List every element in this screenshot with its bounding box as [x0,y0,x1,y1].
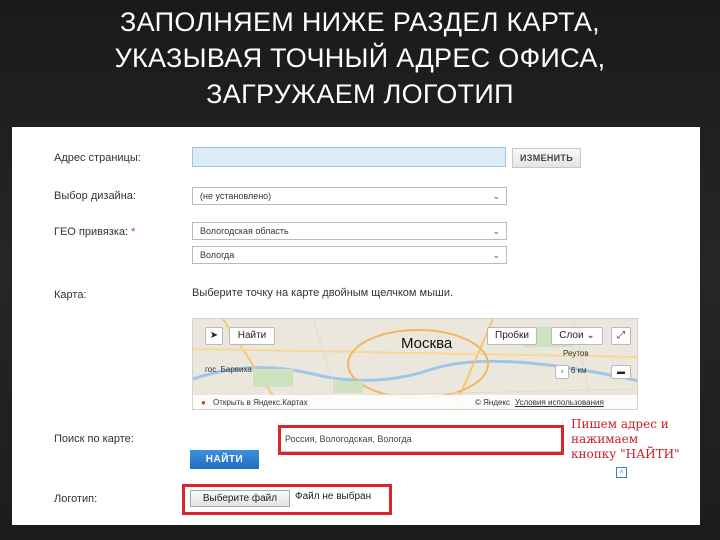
slide-title-line-2: УКАЗЫВАЯ ТОЧНЫЙ АДРЕС ОФИСА, [114,43,606,73]
chevron-down-icon: ⌄ [586,330,595,341]
geo-city-select[interactable]: Вологда ⌄ [192,246,507,264]
chevron-up-icon[interactable]: ˄ [616,467,627,478]
map-hint: Выберите точку на карте двойным щелчком … [192,287,454,299]
search-highlight-box [278,425,564,455]
design-label: Выбор дизайна: [54,190,136,202]
map-label: Карта: [54,289,87,301]
design-selected: (не установлено) [200,191,272,201]
annotation-note: Пишем адрес и нажимаем кнопку "НАЙТИ" [571,417,700,462]
logo-highlight-box [182,484,392,515]
map-pin-icon: ● [201,398,206,407]
geo-region-select[interactable]: Вологодская область ⌄ [192,222,507,240]
chevron-down-icon: ⌄ [492,250,500,260]
annotation-line-3: кнопку "НАЙТИ" [571,447,680,461]
map-traffic-button[interactable]: Пробки [487,327,537,345]
form-screenshot: Адрес страницы: ИЗМЕНИТЬ Выбор дизайна: … [12,127,700,525]
logo-label: Логотип: [54,493,98,505]
geo-label-text: ГЕО привязка: [54,226,129,238]
map-terms-link[interactable]: Условия использования [515,395,604,409]
design-select[interactable]: (не установлено) ⌄ [192,187,507,205]
change-address-button[interactable]: ИЗМЕНИТЬ [512,148,581,168]
geo-region-selected: Вологодская область [200,226,289,236]
annotation-line-2: нажимаем [571,432,639,446]
chevron-down-icon: ⌄ [492,191,500,201]
map-layers-button[interactable]: Слои ⌄ [551,327,603,345]
required-mark: * [131,226,136,238]
geo-city-selected: Вологда [200,250,235,260]
yandex-map[interactable]: ➤ Найти Москва Пробки Слои ⌄ ⤢ Реутов го… [192,318,638,410]
slide-title: ЗАПОЛНЯЕМ НИЖЕ РАЗДЕЛ КАРТА, УКАЗЫВАЯ ТО… [0,4,720,112]
open-in-yandex-link[interactable]: Открыть в Яндекс.Картах [213,395,308,409]
map-arrow-tool-icon[interactable]: ➤ [205,327,223,345]
map-fullscreen-icon[interactable]: ⤢ [611,327,631,345]
map-copyright: © Яндекс [475,398,511,407]
search-find-button[interactable]: НАЙТИ [190,450,259,469]
page-address-input[interactable] [192,147,506,167]
map-city-label: Москва [401,335,453,352]
search-label: Поиск по карте: [54,433,134,445]
map-footer: ● Открыть в Яндекс.Картах © Яндекс Услов… [193,395,637,409]
layers-label: Слои [559,330,584,341]
map-find-button[interactable]: Найти [229,327,275,345]
traffic-label: Пробки [495,330,529,341]
map-place-barvikha: гос. Барвиха [205,365,252,374]
slide-title-line-3: ЗАГРУЖАЕМ ЛОГОТИП [206,79,514,109]
page-address-label: Адрес страницы: [54,152,141,164]
chevron-down-icon: ⌄ [492,226,500,236]
map-place-reutov: Реутов [563,349,589,358]
annotation-line-1: Пишем адрес и [571,417,669,431]
map-ruler-icon[interactable]: ▬ [611,365,631,379]
map-scale: 6 км [571,366,587,375]
slide-title-line-1: ЗАПОЛНЯЕМ НИЖЕ РАЗДЕЛ КАРТА, [120,7,600,37]
geo-label: ГЕО привязка: * [54,226,135,238]
map-zoom-icon[interactable]: ▫ [555,365,569,379]
